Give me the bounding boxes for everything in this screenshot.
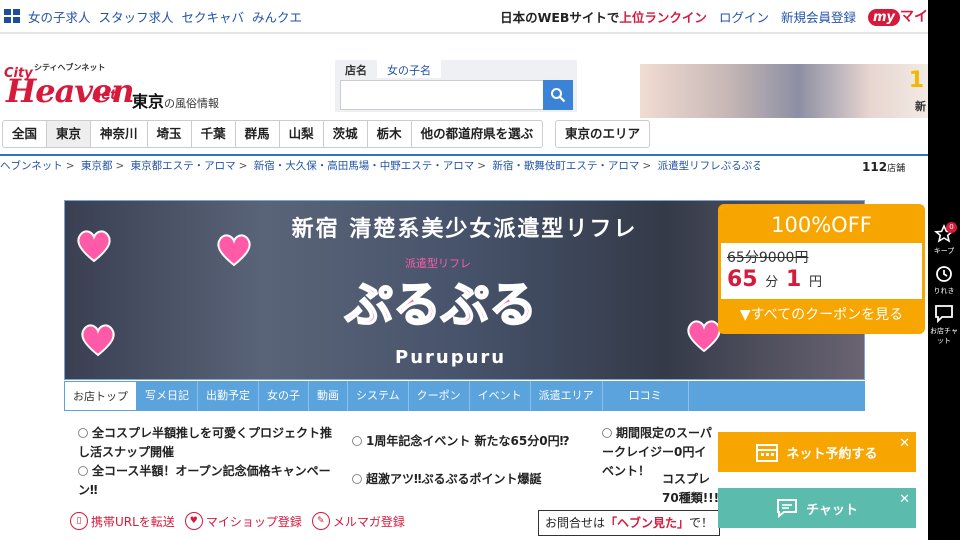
chat-icon — [777, 499, 798, 518]
rail-keep[interactable]: 0 キープ — [928, 222, 960, 256]
my-shop-register-link[interactable]: ♥ マイショップ登録 — [184, 512, 302, 530]
shop-nav-tab[interactable]: 口コミ — [603, 381, 689, 411]
news-item[interactable]: 全コース半額！オープン記念価格キャンペーン‼ — [78, 462, 340, 500]
breadcrumb-item[interactable]: 新宿・歌舞伎町エステ・アロマ — [492, 160, 639, 172]
ad-number: 1 — [908, 68, 924, 93]
logo-net: net — [92, 88, 117, 103]
my-page-button[interactable]: my マイ — [867, 6, 928, 26]
hero-shop-latin: Purupuru — [395, 347, 507, 368]
newsletter-register-link[interactable]: ✎ メルマガ登録 — [311, 512, 405, 530]
my-badge: my — [867, 9, 900, 26]
coupon-original-price: 65分9000円 — [727, 250, 809, 266]
shop-nav-tab[interactable]: システム — [348, 381, 409, 411]
shop-nav-tab[interactable]: 派遣エリア — [531, 381, 603, 411]
history-icon — [936, 266, 952, 282]
circle-icon — [602, 428, 612, 438]
close-icon[interactable]: ✕ — [899, 492, 910, 507]
region-tab[interactable]: 群馬 — [236, 121, 280, 147]
shop-nav-tab[interactable]: イベント — [470, 381, 531, 411]
coupon-card[interactable]: 100%OFF 65分9000円 65 分 1 円 ▼すべてのクーポンを見る — [718, 204, 925, 334]
region-tab[interactable]: 東京 — [47, 121, 92, 147]
shop-nav-tab[interactable]: お店トップ — [64, 381, 137, 411]
search-box: 店名 女の子名 — [335, 60, 577, 112]
register-link[interactable]: 新規会員登録 — [781, 7, 856, 26]
shop-nav: お店トップ 写メ日記 出勤予定 女の子 動画 システム クーポン イベント 派遣… — [64, 381, 865, 411]
breadcrumb-item[interactable]: ヘブンネット — [0, 160, 63, 172]
heart-icon — [81, 324, 115, 357]
news-item[interactable]: 超激アツ‼ぷるぷるポイント爆誕 — [352, 470, 602, 489]
send-url-link[interactable]: ▯ 携帯URLを転送 — [70, 512, 175, 530]
circle-icon — [352, 474, 362, 484]
rail-chat[interactable]: お店チャット — [928, 304, 960, 346]
link-jobs-girls[interactable]: 女の子求人 — [28, 7, 91, 26]
ad-caption: 新 — [915, 100, 926, 113]
shop-count: 112店舗 — [862, 160, 906, 174]
web-ranking-text: 日本のWEBサイトで上位ランクイン — [500, 9, 707, 25]
edit-icon: ✎ — [311, 512, 330, 530]
coupon-title: 100%OFF — [721, 207, 922, 243]
shop-nav-tab[interactable]: 出勤予定 — [198, 381, 259, 411]
calendar-icon — [756, 444, 779, 462]
news-item[interactable]: コスプレ70種類!!! — [662, 470, 722, 508]
rail-history[interactable]: りれき — [928, 264, 960, 296]
breadcrumb-item[interactable]: 派遣型リフレぷるぷる新宿 — [658, 160, 760, 172]
shop-actions: ▯ 携帯URLを転送 ♥ マイショップ登録 ✎ メルマガ登録 — [70, 512, 405, 530]
region-tab[interactable]: 埼玉 — [148, 121, 192, 147]
coupon-price: 65 分 1 円 — [727, 267, 822, 292]
breadcrumb: ヘブンネット > 東京都 > 東京都エステ・アロマ > 新宿・大久保・高田馬場・中野エ… — [0, 158, 760, 173]
region-tab[interactable]: 栃木 — [368, 121, 412, 147]
region-tabs: 全国 東京 神奈川 埼玉 千葉 群馬 山梨 茨城 栃木 他の都道府県を選ぶ — [2, 120, 544, 148]
region-tab[interactable]: 神奈川 — [91, 121, 148, 147]
chat-button[interactable]: チャット ✕ — [718, 488, 916, 528]
net-reserve-button[interactable]: ネット予約する ✕ — [718, 432, 916, 472]
login-link[interactable]: ログイン — [719, 7, 769, 26]
top-account: 日本のWEBサイトで上位ランクイン ログイン 新規会員登録 my マイ — [500, 6, 928, 26]
mobile-icon: ▯ — [70, 512, 88, 530]
search-button[interactable] — [543, 80, 573, 110]
hero-shop-logo: ぷるぷる — [344, 276, 538, 334]
chat-icon — [935, 305, 953, 324]
shop-nav-tab[interactable]: 動画 — [309, 381, 348, 411]
ad-banner[interactable]: 1 新 — [640, 64, 928, 118]
region-tab[interactable]: 全国 — [3, 121, 48, 147]
circle-icon — [78, 428, 88, 438]
shop-nav-tab[interactable]: クーポン — [409, 381, 470, 411]
circle-icon — [352, 436, 362, 446]
breadcrumb-item[interactable]: 新宿・大久保・高田馬場・中野エステ・アロマ — [254, 160, 475, 172]
circle-icon — [78, 466, 88, 476]
region-tab[interactable]: 他の都道府県を選ぶ — [412, 121, 543, 147]
region-title: 東京の風俗情報 — [132, 92, 220, 111]
link-jobs-staff[interactable]: スタッフ求人 — [99, 7, 174, 26]
shop-nav-tab[interactable]: 写メ日記 — [137, 381, 198, 411]
grid-menu-icon[interactable] — [4, 9, 20, 23]
tab-shop-name[interactable]: 店名 — [335, 60, 377, 78]
view-all-coupons-button[interactable]: ▼すべてのクーポンを見る — [721, 299, 922, 331]
right-rail: 0 キープ りれき お店チャット — [928, 0, 960, 540]
shop-nav-tab[interactable]: 女の子 — [259, 381, 309, 411]
heart-icon: ♥ — [184, 512, 203, 530]
site-logo[interactable]: シティヘブンネット City Heaven net — [4, 62, 135, 112]
top-links: 女の子求人 スタッフ求人 セクキャバ みんクエ — [0, 7, 302, 26]
link-minkue[interactable]: みんクエ — [252, 7, 302, 26]
news-item[interactable]: 全コスプレ半額推しを可愛くプロジェクト推し活スナップ開催 — [78, 424, 340, 462]
keep-count: 0 — [946, 222, 957, 233]
contact-note: お問合せは「ヘブン見た」で！ — [538, 510, 720, 536]
close-icon[interactable]: ✕ — [899, 436, 910, 451]
tab-girl-name[interactable]: 女の子名 — [377, 60, 441, 78]
breadcrumb-item[interactable]: 東京都 — [81, 160, 113, 172]
link-sekucaba[interactable]: セクキャバ — [182, 7, 245, 26]
region-tab[interactable]: 山梨 — [280, 121, 324, 147]
divider — [0, 154, 928, 156]
search-input[interactable] — [340, 80, 544, 110]
news-item[interactable]: 1周年記念イベント 新たな65分0円⁉ — [352, 432, 602, 451]
search-icon — [551, 88, 566, 103]
area-button[interactable]: 東京のエリア — [555, 120, 651, 148]
region-tab[interactable]: 千葉 — [192, 121, 236, 147]
top-bar: 女の子求人 スタッフ求人 セクキャバ みんクエ 日本のWEBサイトで上位ランクイ… — [0, 0, 928, 34]
region-tab[interactable]: 茨城 — [324, 121, 368, 147]
breadcrumb-item[interactable]: 東京都エステ・アロマ — [131, 160, 236, 172]
